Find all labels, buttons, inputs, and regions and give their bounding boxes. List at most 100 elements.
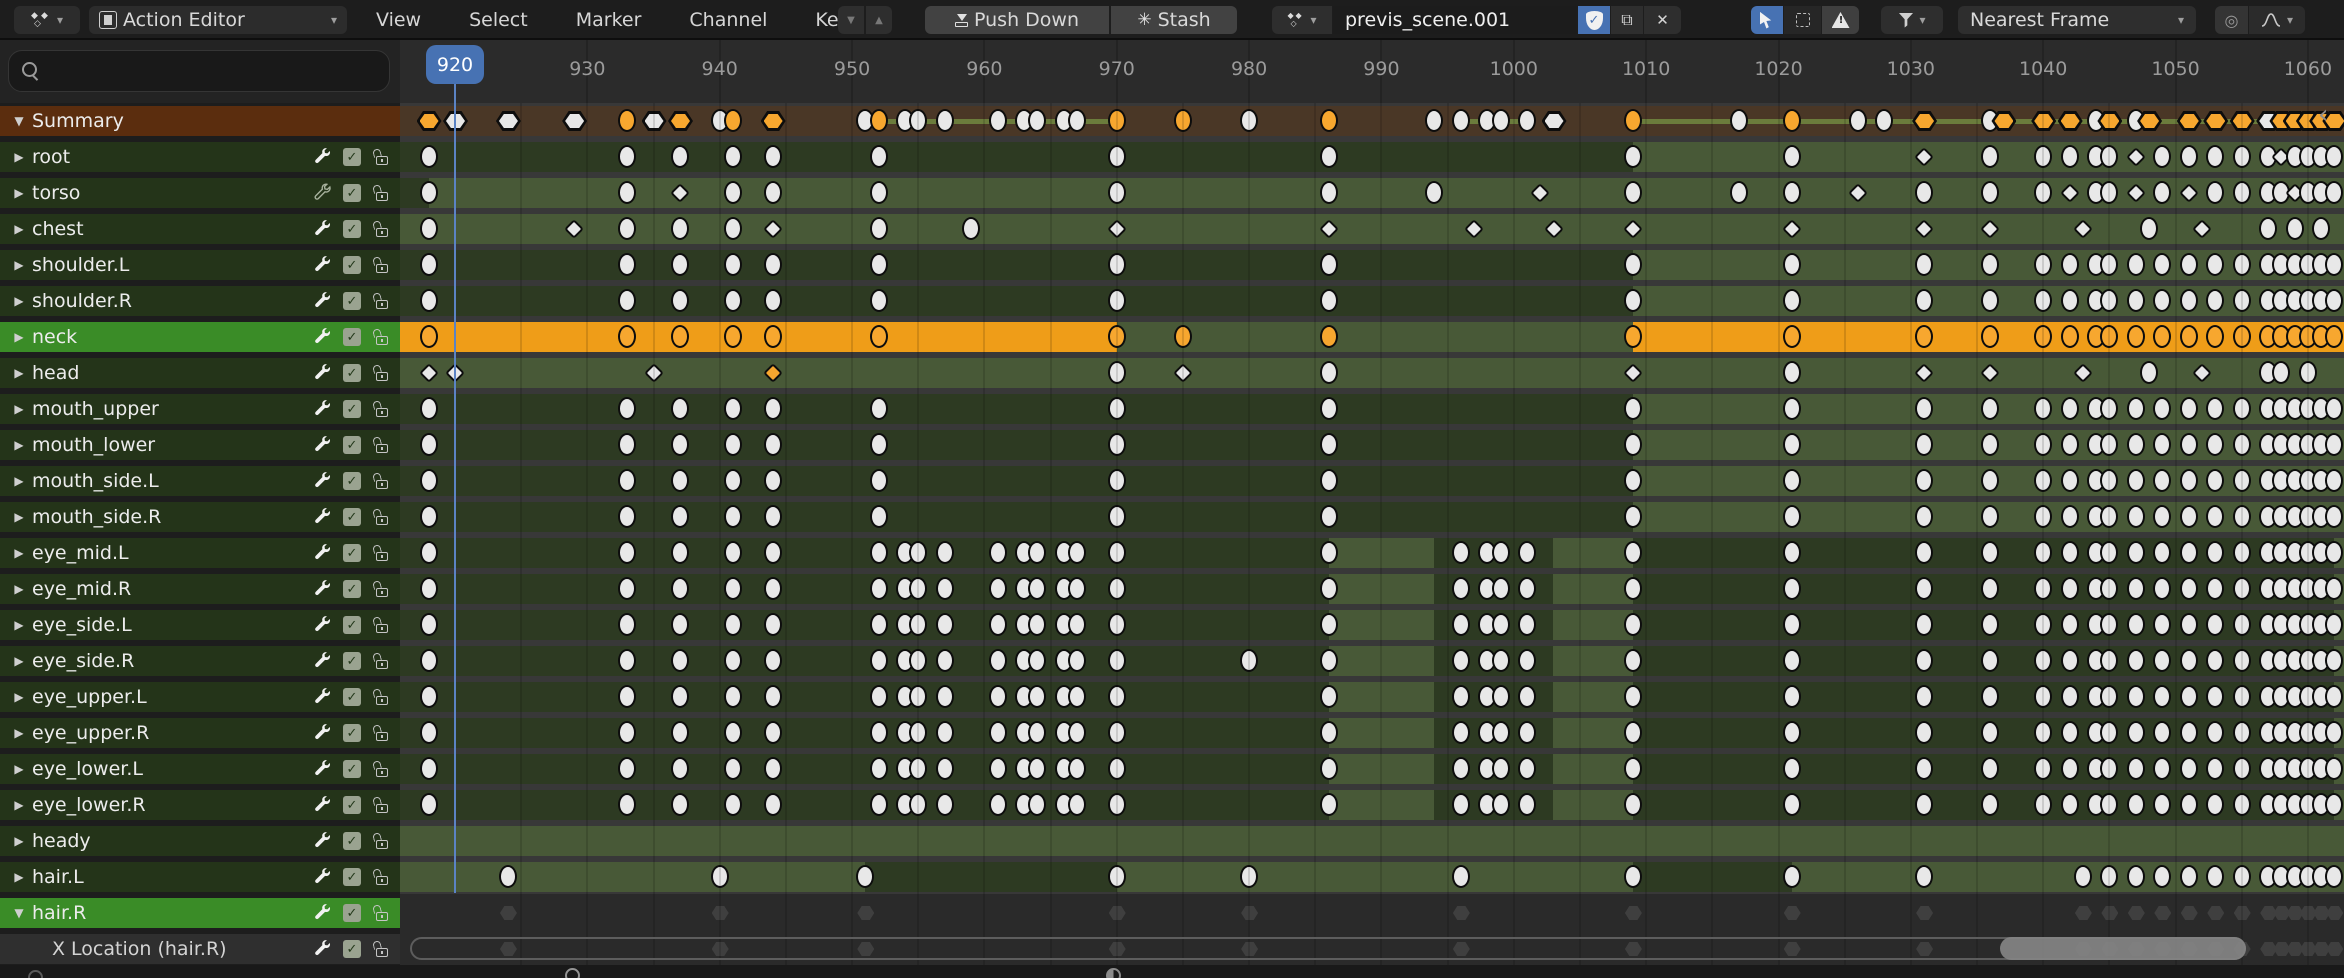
keyframe[interactable]: [2127, 505, 2145, 528]
keyframe[interactable]: [1783, 181, 1801, 204]
channel-row-heady[interactable]: ▶heady✓: [0, 826, 400, 856]
expand-triangle-icon[interactable]: ▶: [6, 186, 32, 200]
keyframe[interactable]: [2140, 217, 2158, 240]
keyframe[interactable]: [2061, 757, 2079, 780]
unlock-icon[interactable]: [373, 545, 390, 562]
expand-triangle-icon[interactable]: ▶: [6, 690, 32, 704]
keyframe[interactable]: [1915, 253, 1933, 276]
channel-enable-checkbox[interactable]: ✓: [343, 760, 361, 778]
expand-triangle-icon[interactable]: ▶: [6, 222, 32, 236]
keyframe[interactable]: [420, 469, 438, 492]
keyframe[interactable]: [420, 649, 438, 672]
keyframe[interactable]: [2061, 469, 2079, 492]
show-hidden-toggle[interactable]: [1784, 6, 1821, 34]
unlock-icon[interactable]: [373, 617, 390, 634]
keyframe[interactable]: [420, 217, 438, 240]
keyframe[interactable]: [2127, 397, 2145, 420]
keyframe[interactable]: [420, 145, 438, 168]
keyframe[interactable]: [2127, 433, 2145, 456]
keyframe[interactable]: [1320, 577, 1338, 600]
channel-enable-checkbox[interactable]: ✓: [343, 472, 361, 490]
modifier-wrench-icon[interactable]: [314, 795, 331, 816]
unlock-icon[interactable]: [373, 761, 390, 778]
modifier-wrench-icon[interactable]: [314, 831, 331, 852]
keyframe[interactable]: [870, 541, 888, 564]
keyframe[interactable]: [936, 721, 954, 744]
keyframe[interactable]: [1518, 109, 1536, 132]
keyframe[interactable]: [1730, 181, 1748, 204]
keyframe[interactable]: [618, 649, 636, 672]
keyframe[interactable]: [618, 145, 636, 168]
keyframe[interactable]: [870, 649, 888, 672]
unlock-icon[interactable]: [373, 401, 390, 418]
keyframe[interactable]: [420, 325, 438, 348]
channel-row-chest[interactable]: ▶chest✓: [0, 214, 400, 244]
channel-enable-checkbox[interactable]: ✓: [343, 616, 361, 634]
unlock-icon[interactable]: [373, 725, 390, 742]
keyframe[interactable]: [1518, 541, 1536, 564]
modifier-wrench-icon[interactable]: [314, 651, 331, 672]
keyframe[interactable]: [420, 181, 438, 204]
falloff-dropdown[interactable]: ▾: [2249, 6, 2305, 34]
keyframe[interactable]: [1624, 865, 1642, 888]
keyframe[interactable]: [764, 577, 782, 600]
keyframe[interactable]: [1915, 541, 1933, 564]
channel-enable-checkbox[interactable]: ✓: [343, 832, 361, 850]
channel-row-mouth-side.l[interactable]: ▶mouth_side.L✓: [0, 466, 400, 496]
keyframe[interactable]: [1452, 685, 1470, 708]
keyframe[interactable]: [1915, 397, 1933, 420]
keyframe[interactable]: [1068, 613, 1086, 636]
keyframe[interactable]: [1320, 721, 1338, 744]
keyframe[interactable]: [1320, 685, 1338, 708]
modifier-wrench-icon[interactable]: [314, 219, 331, 240]
keyframe[interactable]: [2061, 505, 2079, 528]
modifier-wrench-icon[interactable]: [314, 543, 331, 564]
keyframe[interactable]: [618, 325, 636, 348]
keyframe[interactable]: [1915, 433, 1933, 456]
keyframe[interactable]: [618, 181, 636, 204]
keyframe[interactable]: [671, 217, 689, 240]
channel-enable-checkbox[interactable]: ✓: [343, 220, 361, 238]
keyframe[interactable]: [618, 469, 636, 492]
keyframe[interactable]: [618, 757, 636, 780]
show-errors-toggle[interactable]: !: [1822, 6, 1859, 34]
collapse-triangle-icon[interactable]: ▼: [6, 114, 32, 128]
keyframe[interactable]: [1452, 541, 1470, 564]
menu-marker[interactable]: Marker: [572, 9, 646, 31]
keyframe[interactable]: [724, 577, 742, 600]
expand-triangle-icon[interactable]: ▶: [6, 150, 32, 164]
keyframe[interactable]: [2286, 217, 2304, 240]
keyframe[interactable]: [1783, 505, 1801, 528]
keyframe[interactable]: [989, 541, 1007, 564]
keyframe[interactable]: [764, 253, 782, 276]
keyframe[interactable]: [1320, 289, 1338, 312]
keyframe[interactable]: [1320, 793, 1338, 816]
expand-triangle-icon[interactable]: ▶: [6, 546, 32, 560]
keyframe[interactable]: [420, 505, 438, 528]
keyframe[interactable]: [764, 397, 782, 420]
modifier-wrench-icon[interactable]: [314, 399, 331, 420]
keyframe[interactable]: [618, 253, 636, 276]
expand-triangle-icon[interactable]: ▶: [6, 330, 32, 344]
modifier-wrench-icon[interactable]: [314, 939, 331, 960]
channel-row-x-location-hair.r-[interactable]: X Location (hair.R)✓: [0, 934, 400, 964]
keyframe[interactable]: [1320, 397, 1338, 420]
keyframe[interactable]: [1849, 109, 1867, 132]
keyframe[interactable]: [1320, 361, 1338, 384]
modifier-wrench-icon[interactable]: [314, 903, 331, 924]
keyframe[interactable]: [1915, 289, 1933, 312]
keyframe[interactable]: [420, 577, 438, 600]
menu-view[interactable]: View: [372, 9, 425, 31]
keyframe[interactable]: [724, 217, 742, 240]
move-channel-up-button[interactable]: ▲: [866, 6, 892, 34]
modifier-wrench-icon[interactable]: [314, 147, 331, 168]
unlock-icon[interactable]: [373, 905, 390, 922]
proportional-edit-toggle[interactable]: ◎: [2215, 6, 2248, 34]
keyframe[interactable]: [2180, 865, 2198, 888]
menu-select[interactable]: Select: [465, 9, 532, 31]
expand-triangle-icon[interactable]: ▶: [6, 834, 32, 848]
keyframe[interactable]: [764, 793, 782, 816]
modifier-wrench-icon[interactable]: [314, 867, 331, 888]
keyframe[interactable]: [2180, 145, 2198, 168]
keyframe[interactable]: [1730, 109, 1748, 132]
